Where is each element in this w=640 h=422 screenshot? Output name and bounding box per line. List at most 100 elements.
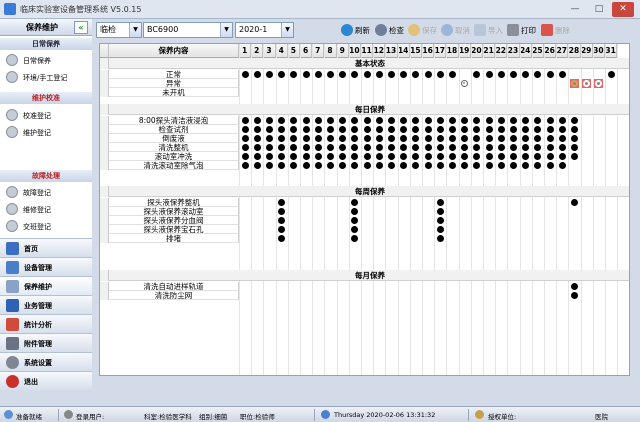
check-mark[interactable] xyxy=(363,71,371,78)
check-mark[interactable] xyxy=(424,135,432,142)
check-mark[interactable] xyxy=(522,126,530,133)
check-mark[interactable] xyxy=(241,135,249,142)
nav-settings[interactable]: 系统设置 xyxy=(0,352,92,371)
check-mark[interactable] xyxy=(522,117,530,124)
check-mark[interactable] xyxy=(449,71,456,78)
check-mark[interactable] xyxy=(571,153,578,160)
check-mark[interactable] xyxy=(436,126,444,133)
check-mark[interactable] xyxy=(351,199,359,206)
check-mark[interactable] xyxy=(351,144,359,151)
check-mark[interactable] xyxy=(571,126,578,133)
check-mark[interactable] xyxy=(558,144,566,151)
check-mark[interactable] xyxy=(412,126,420,133)
check-mark[interactable] xyxy=(449,162,456,169)
check-mark[interactable] xyxy=(290,135,298,142)
sidebar-item-repair[interactable]: 维修登记 xyxy=(4,201,90,217)
check-mark[interactable] xyxy=(436,208,444,215)
check-mark[interactable] xyxy=(253,126,261,133)
check-mark[interactable] xyxy=(290,126,298,133)
check-mark[interactable] xyxy=(424,71,432,78)
check-mark[interactable] xyxy=(424,153,432,160)
check-mark[interactable] xyxy=(327,162,334,169)
check-mark[interactable] xyxy=(558,153,566,160)
check-mark[interactable] xyxy=(388,135,395,142)
check-mark[interactable] xyxy=(278,162,286,169)
minimize-button[interactable]: — xyxy=(564,2,586,17)
check-mark[interactable] xyxy=(461,153,469,160)
check-mark[interactable] xyxy=(571,292,578,299)
check-mark[interactable] xyxy=(522,153,530,160)
check-mark[interactable] xyxy=(253,71,261,78)
nav-maintenance[interactable]: 保养维护 xyxy=(0,276,92,295)
check-mark[interactable] xyxy=(363,162,371,169)
check-mark[interactable] xyxy=(314,117,322,124)
check-mark[interactable] xyxy=(278,235,286,242)
check-mark[interactable] xyxy=(412,71,420,78)
check-mark[interactable] xyxy=(363,135,371,142)
check-mark[interactable] xyxy=(534,153,542,160)
check-mark[interactable] xyxy=(424,162,432,169)
check-mark[interactable] xyxy=(363,144,371,151)
check-mark[interactable] xyxy=(400,153,408,160)
check-mark[interactable] xyxy=(302,117,310,124)
check-mark[interactable] xyxy=(558,135,566,142)
check-mark[interactable] xyxy=(449,126,456,133)
abnormal-mark[interactable] xyxy=(594,79,604,88)
check-mark[interactable] xyxy=(546,162,554,169)
check-mark[interactable] xyxy=(290,144,298,151)
check-mark[interactable] xyxy=(266,117,273,124)
nav-home[interactable]: 首页 xyxy=(0,238,92,257)
check-mark[interactable] xyxy=(436,135,444,142)
check-mark[interactable] xyxy=(436,144,444,151)
check-mark[interactable] xyxy=(278,71,286,78)
check-mark[interactable] xyxy=(327,135,334,142)
check-mark[interactable] xyxy=(375,126,383,133)
check-mark[interactable] xyxy=(302,71,310,78)
check-mark[interactable] xyxy=(473,126,481,133)
check-mark[interactable] xyxy=(497,117,505,124)
check-mark[interactable] xyxy=(253,117,261,124)
check-mark[interactable] xyxy=(534,71,542,78)
check-mark[interactable] xyxy=(314,162,322,169)
chevron-down-icon[interactable]: ▼ xyxy=(129,23,141,37)
check-mark[interactable] xyxy=(278,126,286,133)
check-mark[interactable] xyxy=(278,226,286,233)
check-mark[interactable] xyxy=(290,117,298,124)
check-mark[interactable] xyxy=(510,162,517,169)
check-mark[interactable] xyxy=(375,153,383,160)
check-mark[interactable] xyxy=(314,153,322,160)
check-mark[interactable] xyxy=(485,153,493,160)
cancel-button[interactable]: 取消 xyxy=(440,22,470,39)
check-mark[interactable] xyxy=(510,117,517,124)
check-mark[interactable] xyxy=(327,153,334,160)
sidebar-item-fault[interactable]: 故障登记 xyxy=(4,184,90,200)
nav-exit[interactable]: 退出 xyxy=(0,371,92,390)
department-select[interactable]: 临检 ▼ xyxy=(96,22,142,38)
check-mark[interactable] xyxy=(351,162,359,169)
check-mark[interactable] xyxy=(241,153,249,160)
check-mark[interactable] xyxy=(473,144,481,151)
check-mark[interactable] xyxy=(473,153,481,160)
maintenance-grid[interactable]: 保养内容 1 2 3 4 5 6 7 8 9 10 11 12 13 14 15 16 17 18 19 20 21 22 2… xyxy=(99,43,630,376)
check-mark[interactable] xyxy=(339,135,347,142)
check-mark[interactable] xyxy=(351,71,359,78)
check-mark[interactable] xyxy=(253,135,261,142)
check-mark[interactable] xyxy=(327,117,334,124)
check-mark[interactable] xyxy=(497,162,505,169)
sidebar-item-calibration[interactable]: 校准登记 xyxy=(4,107,90,123)
check-mark[interactable] xyxy=(436,162,444,169)
check-mark[interactable] xyxy=(436,71,444,78)
check-mark[interactable] xyxy=(241,162,249,169)
check-mark[interactable] xyxy=(485,126,493,133)
import-button[interactable]: 导入 xyxy=(473,22,503,39)
check-mark[interactable] xyxy=(424,126,432,133)
check-mark[interactable] xyxy=(510,153,517,160)
abnormal-mark[interactable] xyxy=(582,79,592,88)
check-mark[interactable] xyxy=(400,144,408,151)
check-mark[interactable] xyxy=(497,135,505,142)
chevron-down-icon[interactable]: ▼ xyxy=(281,23,293,37)
check-mark[interactable] xyxy=(412,117,420,124)
check-mark[interactable] xyxy=(436,217,444,224)
nav-attachments[interactable]: 附件管理 xyxy=(0,333,92,352)
check-mark[interactable] xyxy=(400,135,408,142)
